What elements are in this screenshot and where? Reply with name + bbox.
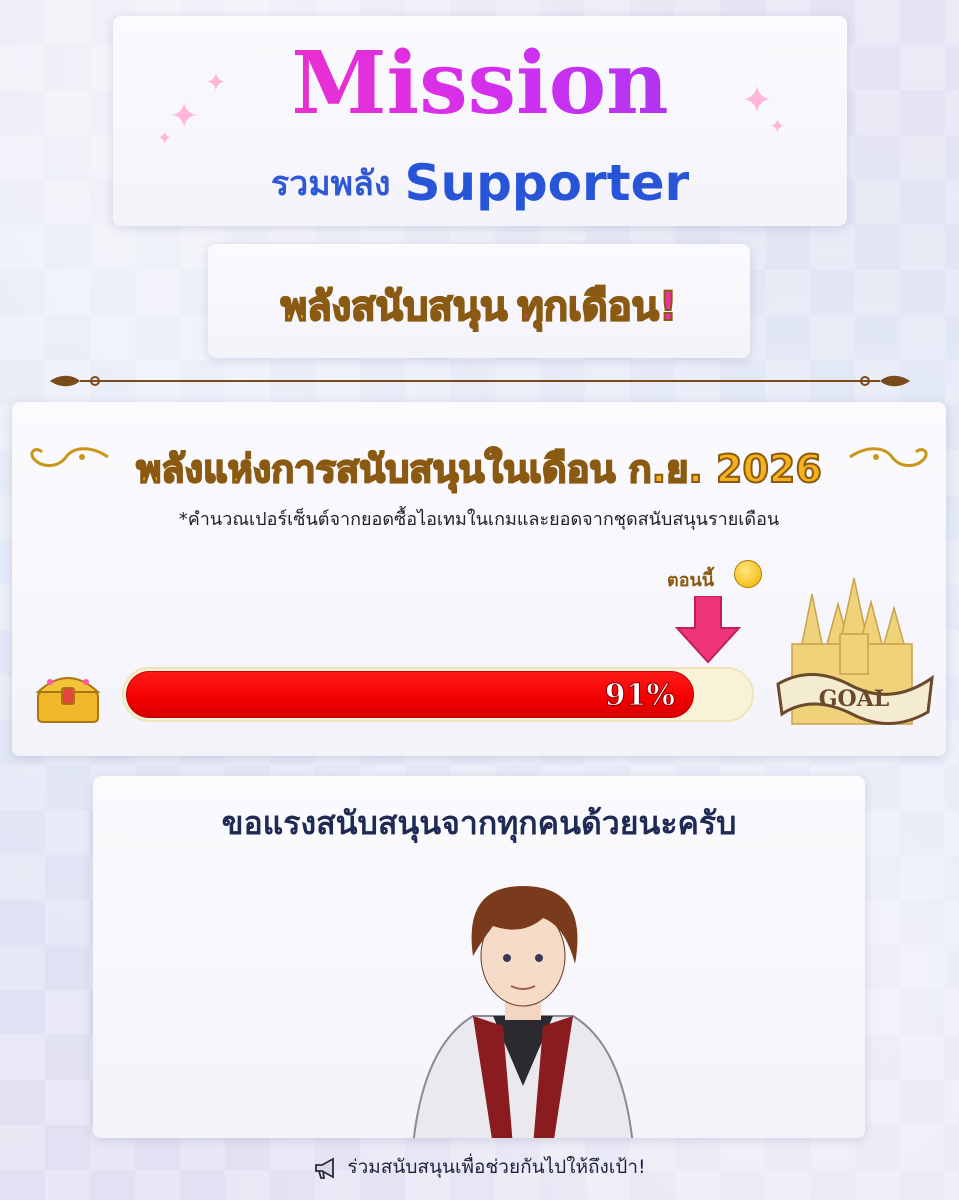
- pleading-face-icon: [734, 560, 762, 588]
- title-card: ✦ ✦ ✦ ✦ ✦ Mission รวมพลังSupporter: [113, 16, 847, 226]
- ornamental-divider: [50, 375, 910, 387]
- message-card: ขอแรงสนับสนุนจากทุกคนด้วยนะครับ: [93, 776, 865, 1138]
- progress-card: พลังแห่งการสนับสนุนในเดือน ก.ย. 2026 *คำ…: [12, 402, 946, 756]
- monthly-banner-text-a: พลังสนับสนุน: [280, 283, 509, 331]
- goal-label: GOAL: [819, 686, 890, 712]
- page-title: Mission: [113, 36, 847, 132]
- progress-percent: 91%: [604, 678, 675, 714]
- progress-bar-fill: 91%: [126, 671, 694, 718]
- footer: ร่วมสนับสนุนเพื่อช่วยกันไปให้ถึงเป้า!: [0, 1152, 959, 1182]
- message-text: ขอแรงสนับสนุนจากทุกคนด้วยนะครับ: [221, 804, 737, 842]
- monthly-banner-text-b: ทุกเดือน!: [516, 283, 678, 331]
- monthly-banner: พลังสนับสนุน ทุกเดือน!: [208, 244, 750, 358]
- monthly-banner-text: พลังสนับสนุน ทุกเดือน!: [208, 274, 750, 338]
- down-arrow-icon: [675, 596, 741, 664]
- now-label: ตอนนี้: [667, 570, 715, 591]
- progress-note: *คำนวณเปอร์เซ็นต์จากยอดซื้อไอเทมในเกมและ…: [178, 509, 780, 530]
- goal-castle-icon: GOAL: [776, 577, 934, 725]
- megaphone-icon: [315, 1156, 335, 1179]
- progress-title: พลังแห่งการสนับสนุนในเดือน ก.ย. 2026: [135, 446, 823, 492]
- footer-text: ร่วมสนับสนุนเพื่อช่วยกันไปให้ถึงเป้า!: [347, 1156, 646, 1178]
- subtitle-thai: รวมพลัง: [270, 164, 391, 204]
- progress-bar: 91%: [122, 667, 754, 722]
- subtitle-english: Supporter: [404, 154, 690, 212]
- treasure-chest-icon: [35, 677, 101, 723]
- character-illustration: [412, 886, 634, 1138]
- page-subtitle: รวมพลัง Supporter: [113, 154, 847, 212]
